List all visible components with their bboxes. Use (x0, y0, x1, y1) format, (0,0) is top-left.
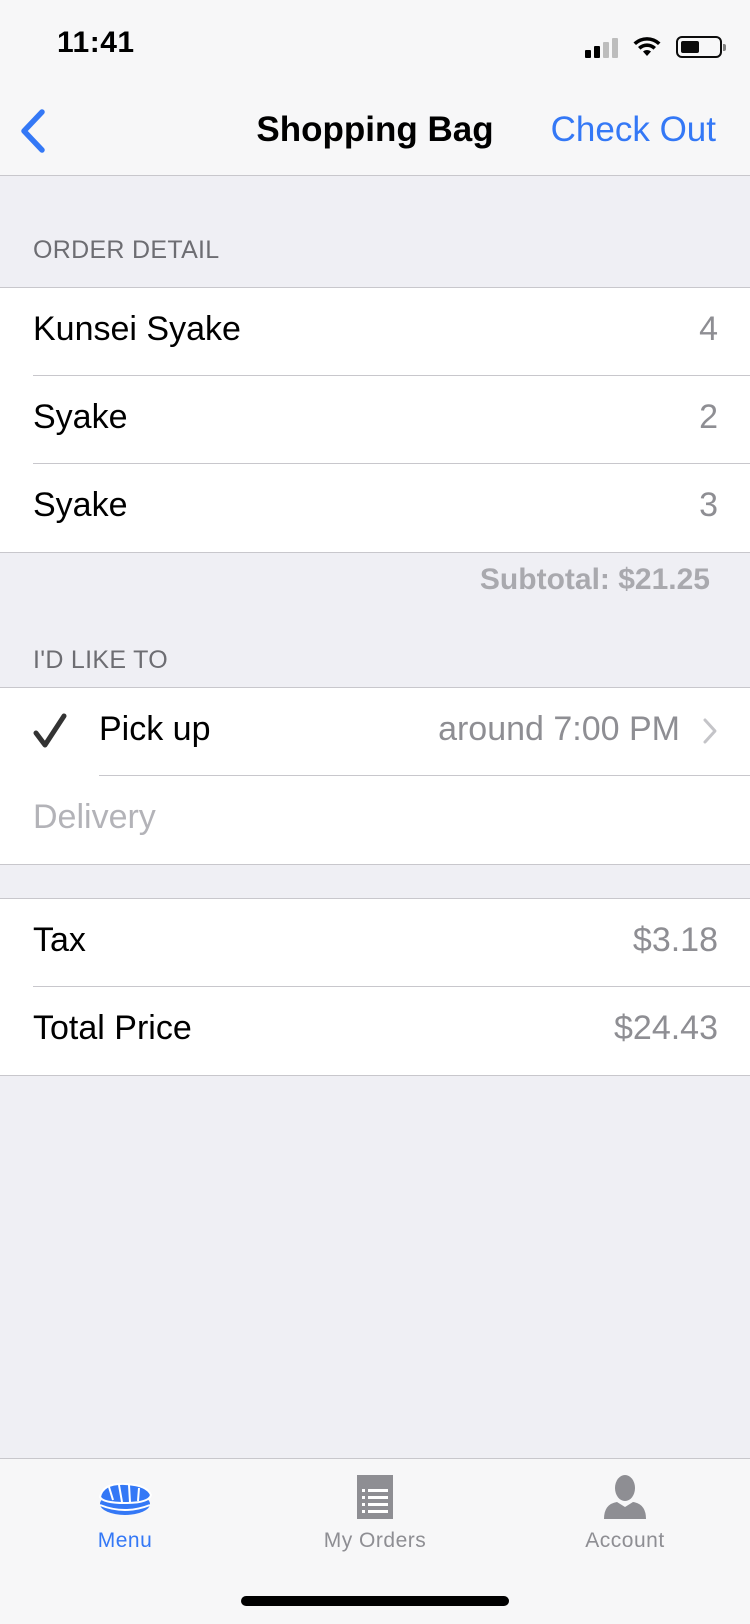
delivery-label: Delivery (33, 798, 156, 836)
status-bar: 11:41 (0, 0, 750, 88)
battery-icon (676, 36, 726, 58)
check-out-button[interactable]: Check Out (551, 110, 716, 150)
order-item-name: Syake (33, 486, 128, 524)
tab-label: My Orders (323, 1529, 427, 1552)
sushi-icon (98, 1482, 153, 1515)
order-item-qty: 3 (699, 486, 718, 524)
status-icons (585, 32, 726, 62)
order-item-row[interactable]: Syake 3 (0, 464, 750, 552)
total-price-label: Total Price (33, 1009, 192, 1047)
order-item-name: Syake (33, 398, 128, 436)
pickup-time: around 7:00 PM (438, 710, 680, 748)
total-price-value: $24.43 (614, 1009, 718, 1047)
pickup-label: Pick up (99, 710, 211, 748)
navigation-bar: Shopping Bag Check Out (0, 88, 750, 176)
pickup-option[interactable]: Pick up around 7:00 PM (0, 688, 750, 776)
tab-menu[interactable]: Menu (0, 1459, 250, 1569)
tab-label: Account (585, 1529, 665, 1552)
tax-value: $3.18 (632, 921, 718, 959)
subtotal-label: Subtotal: $21.25 (479, 563, 710, 596)
tax-label: Tax (33, 921, 86, 959)
receipt-list-icon (357, 1475, 393, 1519)
order-item-name: Kunsei Syake (33, 310, 241, 348)
order-item-row[interactable]: Syake 2 (0, 376, 750, 464)
home-indicator (241, 1596, 509, 1606)
total-price-row: Total Price $24.43 (0, 987, 750, 1075)
order-item-qty: 2 (699, 398, 718, 436)
order-item-row[interactable]: Kunsei Syake 4 (0, 288, 750, 376)
tab-label: Menu (97, 1529, 153, 1552)
status-time: 11:41 (57, 26, 135, 59)
order-items-list: Kunsei Syake 4 Syake 2 Syake 3 (0, 287, 750, 553)
tab-my-orders[interactable]: My Orders (250, 1459, 500, 1569)
order-detail-header: ORDER DETAIL (33, 236, 220, 264)
tab-account[interactable]: Account (500, 1459, 750, 1569)
order-item-qty: 4 (699, 310, 718, 348)
delivery-option[interactable]: Delivery (0, 776, 750, 864)
preference-list: Pick up around 7:00 PM Delivery (0, 687, 750, 865)
tax-row: Tax $3.18 (0, 899, 750, 987)
person-icon (604, 1475, 646, 1519)
checkmark-icon (33, 713, 67, 748)
wifi-icon (633, 37, 661, 56)
cellular-signal-icon (585, 36, 618, 58)
totals-list: Tax $3.18 Total Price $24.43 (0, 898, 750, 1076)
chevron-right-icon (703, 718, 717, 744)
preference-header: I'D LIKE TO (33, 646, 168, 674)
tab-bar: Menu My Orders Account (0, 1458, 750, 1624)
